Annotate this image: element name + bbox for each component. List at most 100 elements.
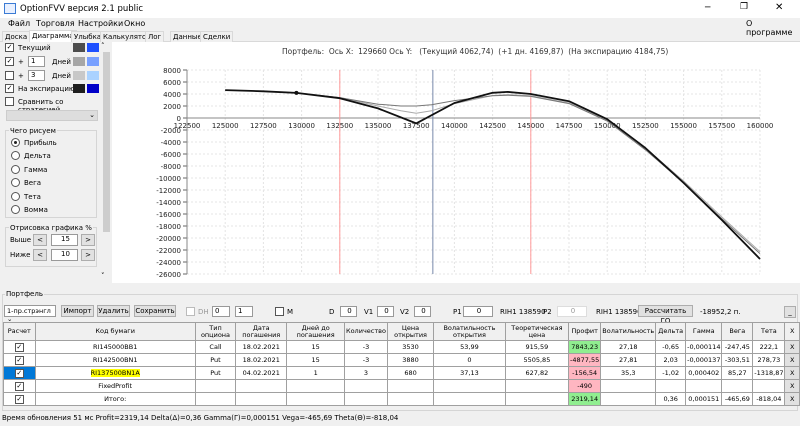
table-row[interactable]: ✓ Итого: 2319,14 0,36 0,000151 -465,69 -818,04…	[3, 392, 800, 406]
cell-gamma: -0,000114	[685, 340, 723, 354]
current-checkbox[interactable]: ✓	[5, 43, 14, 52]
strategy-select[interactable]: 1-пр.стрэнгл ⌄	[4, 305, 56, 323]
profit-value: -490	[577, 382, 593, 390]
tab-board[interactable]: Доска	[2, 31, 31, 42]
price-value: 3530	[402, 343, 419, 351]
column-header-remove[interactable]: X	[784, 322, 800, 341]
restore-window-button[interactable]: ❐	[740, 2, 748, 12]
spin1-input[interactable]: 0	[212, 306, 230, 317]
column-header-code[interactable]: Код бумаги	[34, 322, 196, 341]
minimize-window-button[interactable]: ─	[705, 3, 710, 13]
cell-days	[286, 379, 345, 393]
column-header-vega[interactable]: Вега	[721, 322, 754, 341]
p1-input[interactable]: 0	[463, 306, 493, 317]
qty-value: -3	[362, 343, 370, 351]
current-color-swatch[interactable]	[73, 43, 85, 52]
column-header-theta[interactable]: Тета	[752, 322, 786, 341]
menu-window[interactable]: Окно	[124, 19, 145, 28]
plus3-color-swatch[interactable]	[73, 71, 85, 80]
radio-delta[interactable]	[11, 151, 20, 160]
current-color2-swatch[interactable]	[87, 43, 99, 52]
plus3-checkbox[interactable]	[5, 71, 14, 80]
left-panel-scrollbar[interactable]: ˄ ˅	[100, 42, 112, 283]
radio-vomma[interactable]	[11, 205, 20, 214]
plus1-days-input[interactable]: 1	[28, 56, 45, 67]
v1-input[interactable]: 0	[377, 306, 394, 317]
import-button[interactable]: Импорт	[61, 305, 94, 317]
plus3-color2-swatch[interactable]	[87, 71, 99, 80]
table-row[interactable]: ✓ RI145000BB1 Call 18.02.2021 15 -3 3530 53,99 9…	[3, 340, 800, 354]
column-header-qty[interactable]: Количество	[343, 322, 388, 341]
expiry-checkbox[interactable]: ✓	[5, 84, 14, 93]
p2-input[interactable]: 0	[557, 306, 587, 317]
menu-trading[interactable]: Торговля	[36, 19, 75, 28]
expiry-color-swatch[interactable]	[73, 84, 85, 93]
tab-deals[interactable]: Сделки	[200, 31, 234, 42]
delete-button[interactable]: Удалить	[97, 305, 130, 317]
strategy-compare-select[interactable]: ⌄	[6, 110, 98, 121]
below-increase-button[interactable]: >	[81, 249, 95, 261]
save-button[interactable]: Сохранить	[134, 305, 176, 317]
table-row[interactable]: ✓ RI142500BN1 Put 18.02.2021 15 -3 3880 0 5505,8…	[3, 353, 800, 367]
menu-settings[interactable]: Настройки	[78, 19, 123, 28]
plus1-checkbox[interactable]: ✓	[5, 57, 14, 66]
compare-checkbox[interactable]	[5, 97, 14, 106]
price-value: 3880	[402, 356, 419, 364]
column-header-theo[interactable]: Теоретическая цена	[504, 322, 570, 341]
d-input[interactable]: 0	[340, 306, 357, 317]
below-input[interactable]: 10	[51, 249, 78, 261]
calc-checkbox[interactable]: ✓	[3, 379, 36, 393]
column-header-delta[interactable]: Дельта	[655, 322, 687, 341]
cell-qty	[343, 392, 388, 406]
above-increase-button[interactable]: >	[81, 234, 95, 246]
column-header-gamma[interactable]: Гамма	[685, 322, 723, 341]
payoff-chart[interactable]: Портфель: Ось X: 129660 Ось Y: (Текущий …	[112, 42, 800, 283]
profit-value: -4877,55	[570, 356, 600, 364]
remove-row-button[interactable]: X	[784, 353, 800, 367]
remove-row-button[interactable]: X	[784, 340, 800, 354]
spin2-input[interactable]: 1	[235, 306, 253, 317]
column-header-vol-open[interactable]: Волатильность открытия	[433, 322, 506, 341]
scroll-up-icon[interactable]: ˄	[101, 42, 105, 50]
radio-profit[interactable]	[11, 138, 20, 147]
column-header-vol[interactable]: Волатильность	[600, 322, 657, 341]
dh-label: DH	[198, 308, 209, 316]
above-decrease-button[interactable]: <	[33, 234, 47, 246]
calculate-go-button[interactable]: Рассчитать ГО	[638, 305, 693, 325]
menu-file[interactable]: Файл	[8, 19, 30, 28]
radio-theta[interactable]	[11, 192, 20, 201]
calc-checkbox[interactable]: ✓	[3, 392, 36, 406]
scroll-down-icon[interactable]: ˅	[101, 272, 105, 280]
calc-checkbox[interactable]: ✓	[3, 340, 36, 354]
expiry-color2-swatch[interactable]	[87, 84, 99, 93]
close-window-button[interactable]: ✕	[775, 2, 783, 13]
plus3-days-input[interactable]: 3	[28, 70, 45, 81]
table-row[interactable]: ✓ RI137500BN1A Put 04.02.2021 1 3 680 37,13 627,…	[3, 366, 800, 380]
column-header-price[interactable]: Цена открытия	[386, 322, 435, 341]
plus1-color-swatch[interactable]	[73, 57, 85, 66]
minimize-portfolio-button[interactable]: _	[784, 306, 796, 318]
scroll-thumb[interactable]	[103, 52, 110, 232]
remove-row-button[interactable]: X	[784, 379, 800, 393]
column-header-calc[interactable]: Расчет	[3, 322, 36, 341]
tab-log[interactable]: Лог	[145, 31, 165, 42]
dh-checkbox[interactable]	[186, 307, 195, 316]
calc-checkbox[interactable]: ✓	[3, 366, 36, 380]
column-header-type[interactable]: Тип опциона	[194, 322, 237, 341]
calc-checkbox[interactable]: ✓	[3, 353, 36, 367]
column-header-profit[interactable]: Профит	[568, 322, 602, 341]
table-row[interactable]: ✓ FixedProfit -490 X	[3, 379, 800, 393]
column-header-days[interactable]: Дней до погашения	[286, 322, 345, 341]
remove-row-button[interactable]: X	[784, 366, 800, 380]
m-checkbox[interactable]	[275, 307, 284, 316]
above-input[interactable]: 15	[51, 234, 78, 246]
radio-gamma[interactable]	[11, 165, 20, 174]
radio-vega[interactable]	[11, 178, 20, 187]
plus1-color2-swatch[interactable]	[87, 57, 99, 66]
remove-row-button[interactable]: X	[784, 392, 800, 406]
tab-diagram[interactable]: Диаграмма	[29, 30, 77, 42]
column-header-date[interactable]: Дата погашения	[235, 322, 288, 341]
cell-gamma: 0,000402	[685, 366, 723, 380]
below-decrease-button[interactable]: <	[33, 249, 47, 261]
v2-input[interactable]: 0	[414, 306, 431, 317]
